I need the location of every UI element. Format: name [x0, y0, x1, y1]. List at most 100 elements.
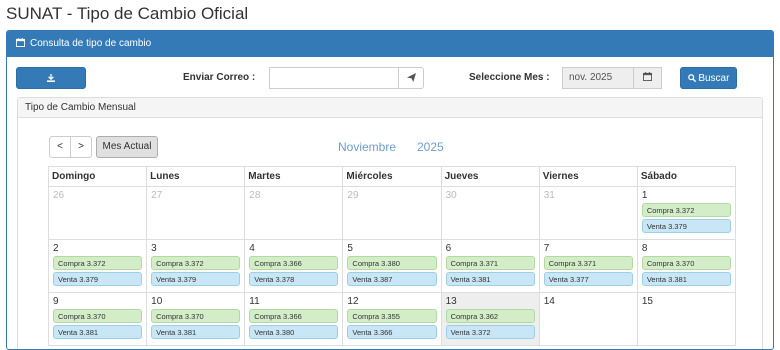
compra-rate-event[interactable]: Compra 3.370 — [641, 256, 731, 270]
venta-rate-event[interactable]: Venta 3.378 — [249, 272, 339, 286]
calendar-day-cell[interactable]: 11 Compra 3.366 Venta 3.380 — [244, 292, 344, 346]
venta-rate-event[interactable]: Venta 3.380 — [249, 325, 339, 339]
calendar-day-cell[interactable]: 28 — [244, 186, 344, 240]
day-number: 29 — [347, 190, 359, 201]
compra-rate-event[interactable]: Compra 3.372 — [641, 203, 731, 217]
calendar-grid: Domingo Lunes Martes Miércoles Jueves Viernes… — [47, 166, 737, 346]
send-email-button[interactable] — [398, 67, 424, 89]
day-number: 8 — [641, 243, 648, 254]
exchange-panel: Consulta de tipo de cambio Descargar Env… — [6, 30, 774, 350]
compra-rate-event[interactable]: Compra 3.366 — [249, 256, 339, 270]
monthly-panel: Tipo de Cambio Mensual < > Mes Actual No… — [17, 97, 763, 349]
calendar-day-cell[interactable]: 27 — [146, 186, 246, 240]
weekday-header: Lunes — [146, 166, 246, 187]
day-number: 14 — [543, 296, 555, 307]
compra-rate-event[interactable]: Compra 3.370 — [53, 309, 143, 323]
calendar-day-cell[interactable]: 5 Compra 3.380 Venta 3.387 — [342, 239, 442, 293]
calendar-day-cell[interactable]: 7 Compra 3.371 Venta 3.377 — [538, 239, 638, 293]
compra-rate-event[interactable]: Compra 3.370 — [151, 309, 241, 323]
calendar-day-cell[interactable]: 9 Compra 3.370 Venta 3.381 — [47, 292, 148, 346]
calendar-day-cell[interactable]: 30 — [440, 186, 540, 240]
calendar-week-row: 26 27 28 29 30 31 1 Compra 3.372 Venta 3.379 — [47, 186, 737, 240]
day-number: 1 — [641, 190, 648, 201]
calendar-day-cell[interactable]: 1 Compra 3.372 Venta 3.379 — [636, 186, 737, 240]
weekday-header: Domingo — [47, 166, 148, 187]
search-label: Buscar — [698, 73, 730, 84]
weekday-header-row: Domingo Lunes Martes Miércoles Jueves Viernes… — [47, 166, 737, 187]
email-label: Enviar Correo : — [183, 72, 256, 83]
day-number: 15 — [641, 296, 653, 307]
calendar-icon — [16, 32, 26, 58]
day-number: 13 — [445, 296, 457, 307]
venta-rate-event[interactable]: Venta 3.379 — [641, 219, 731, 233]
calendar-day-cell[interactable]: 3 Compra 3.372 Venta 3.379 — [146, 239, 246, 293]
day-number: 5 — [347, 243, 353, 254]
month-picker-button[interactable] — [633, 67, 662, 89]
venta-rate-event[interactable]: Venta 3.379 — [151, 272, 241, 286]
calendar-day-cell[interactable]: 13 Compra 3.362 Venta 3.372 — [440, 292, 540, 346]
calendar-day-cell[interactable]: 10 Compra 3.370 Venta 3.381 — [146, 292, 246, 346]
day-number: 10 — [151, 296, 163, 307]
day-number: 31 — [543, 190, 555, 201]
calendar-day-cell[interactable]: 15 — [636, 292, 737, 346]
search-icon — [687, 73, 696, 84]
month-input[interactable]: nov. 2025 — [562, 67, 634, 89]
day-number: 11 — [249, 296, 260, 307]
compra-rate-event[interactable]: Compra 3.380 — [347, 256, 437, 270]
weekday-header: Viernes — [538, 166, 638, 187]
day-number: 4 — [249, 243, 255, 254]
venta-rate-event[interactable]: Venta 3.377 — [543, 272, 633, 286]
day-number: 6 — [445, 243, 452, 254]
venta-rate-event[interactable]: Venta 3.381 — [151, 325, 241, 339]
venta-rate-event[interactable]: Venta 3.372 — [445, 325, 535, 339]
compra-rate-event[interactable]: Compra 3.371 — [445, 256, 535, 270]
search-button[interactable]: Buscar — [680, 67, 737, 89]
paper-plane-icon — [406, 73, 416, 84]
calendar-day-cell[interactable]: 29 — [342, 186, 442, 240]
calendar-week-row: 2 Compra 3.372 Venta 3.379 3 Compra 3.372 Ven… — [47, 239, 737, 293]
calendar-day-cell[interactable]: 2 Compra 3.372 Venta 3.379 — [47, 239, 148, 293]
calendar-day-cell[interactable]: 4 Compra 3.366 Venta 3.378 — [244, 239, 344, 293]
prev-month-button[interactable]: < — [49, 136, 71, 158]
venta-rate-event[interactable]: Venta 3.381 — [445, 272, 535, 286]
calendar-day-cell[interactable]: 8 Compra 3.370 Venta 3.381 — [636, 239, 737, 293]
day-number: 26 — [53, 190, 65, 201]
compra-rate-event[interactable]: Compra 3.371 — [543, 256, 633, 270]
page-title: SUNAT - Tipo de Cambio Oficial — [6, 4, 249, 23]
download-button[interactable]: Descargar — [16, 67, 86, 104]
day-number: 3 — [151, 243, 157, 254]
day-number: 27 — [151, 190, 163, 201]
day-number: 9 — [53, 296, 59, 307]
weekday-header: Martes — [244, 166, 344, 187]
venta-rate-event[interactable]: Venta 3.381 — [641, 272, 731, 286]
next-month-button[interactable]: > — [70, 136, 92, 158]
venta-rate-event[interactable]: Venta 3.366 — [347, 325, 437, 339]
compra-rate-event[interactable]: Compra 3.362 — [445, 309, 535, 323]
monthly-panel-heading: Tipo de Cambio Mensual — [18, 98, 762, 118]
calendar-day-cell[interactable]: 31 — [538, 186, 638, 240]
compra-rate-event[interactable]: Compra 3.366 — [249, 309, 339, 323]
email-input[interactable] — [269, 67, 399, 89]
venta-rate-event[interactable]: Venta 3.387 — [347, 272, 437, 286]
day-number: 7 — [543, 243, 550, 254]
panel-heading: Consulta de tipo de cambio — [7, 31, 773, 57]
weekday-header: Miércoles — [342, 166, 442, 187]
calendar-icon — [643, 72, 652, 83]
weekday-header: Sábado — [636, 166, 737, 187]
calendar-day-cell[interactable]: 14 — [538, 292, 638, 346]
compra-rate-event[interactable]: Compra 3.355 — [347, 309, 437, 323]
weekday-header: Jueves — [440, 166, 540, 187]
venta-rate-event[interactable]: Venta 3.381 — [53, 325, 143, 339]
panel-heading-label: Consulta de tipo de cambio — [30, 38, 152, 49]
calendar-week-row: 9 Compra 3.370 Venta 3.381 10 Compra 3.370 Ve… — [47, 292, 737, 346]
venta-rate-event[interactable]: Venta 3.379 — [53, 272, 143, 286]
day-number: 28 — [249, 190, 261, 201]
compra-rate-event[interactable]: Compra 3.372 — [53, 256, 143, 270]
calendar-day-cell[interactable]: 12 Compra 3.355 Venta 3.366 — [342, 292, 442, 346]
calendar-day-cell[interactable]: 6 Compra 3.371 Venta 3.381 — [440, 239, 540, 293]
compra-rate-event[interactable]: Compra 3.372 — [151, 256, 241, 270]
day-number: 12 — [347, 296, 359, 307]
calendar-day-cell[interactable]: 26 — [47, 186, 148, 240]
day-number: 2 — [53, 243, 59, 254]
current-month-button[interactable]: Mes Actual — [96, 136, 158, 158]
